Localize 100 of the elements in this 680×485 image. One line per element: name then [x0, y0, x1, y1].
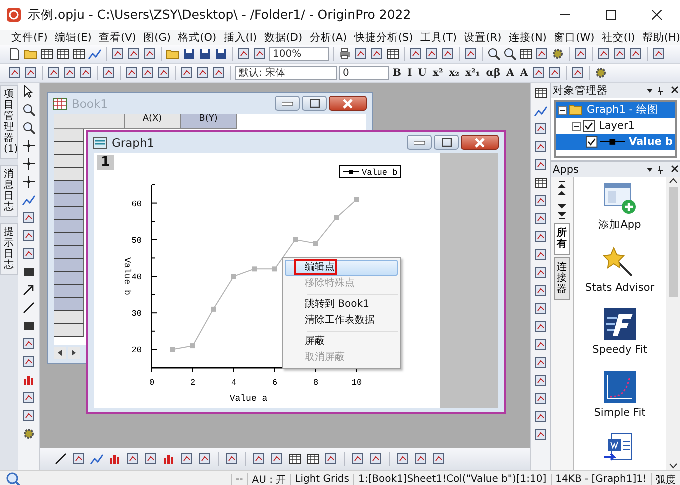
save-icon[interactable] — [214, 47, 228, 61]
menu-item[interactable]: 屏蔽 — [285, 334, 398, 350]
table-icon[interactable] — [519, 47, 533, 61]
bar-chart-icon[interactable] — [22, 373, 36, 387]
tool-icon[interactable] — [571, 66, 586, 80]
tree-item[interactable]: Layer1 — [556, 118, 675, 134]
maximize-button[interactable] — [434, 135, 459, 150]
tool-icon[interactable] — [534, 158, 548, 172]
table-icon[interactable] — [72, 47, 86, 61]
tool-icon[interactable] — [8, 66, 22, 80]
table-icon[interactable] — [534, 176, 548, 190]
table-icon[interactable] — [306, 452, 320, 466]
square-icon[interactable] — [22, 319, 36, 333]
column-header[interactable]: B(Y) — [181, 114, 237, 129]
side-tab[interactable]: 项目管理器 (1) — [0, 85, 18, 159]
menu-item[interactable]: 帮助(H) — [638, 30, 680, 44]
tool-icon[interactable] — [534, 320, 548, 334]
menu-item[interactable]: 插入(I) — [220, 30, 261, 44]
arrow-icon[interactable] — [22, 283, 36, 297]
curve-fit-icon[interactable] — [602, 368, 638, 405]
scroll-arrows-icon[interactable] — [558, 181, 566, 221]
zoom-icon[interactable] — [22, 103, 36, 117]
line-chart-icon[interactable] — [90, 452, 104, 466]
square-icon[interactable] — [22, 265, 36, 279]
scroll-left-icon[interactable] — [54, 347, 66, 359]
tool-icon[interactable] — [629, 47, 643, 61]
tool-icon[interactable] — [212, 66, 226, 80]
tool-icon[interactable] — [369, 452, 383, 466]
tool-icon[interactable] — [22, 337, 36, 351]
row-header[interactable] — [54, 246, 84, 259]
tool-icon[interactable] — [548, 66, 562, 80]
save-icon[interactable] — [182, 47, 196, 61]
checkbox[interactable] — [583, 120, 595, 132]
row-header[interactable] — [54, 220, 84, 233]
menu-item[interactable]: 工具(T) — [416, 30, 461, 44]
format-button[interactable]: I — [405, 66, 414, 80]
tool-icon[interactable] — [534, 122, 548, 136]
tool-icon[interactable] — [125, 66, 139, 80]
menu-item[interactable]: 编辑(E) — [51, 30, 96, 44]
row-header[interactable] — [54, 181, 84, 194]
row-header[interactable] — [54, 155, 84, 168]
tool-icon[interactable] — [225, 452, 239, 466]
font-size-field[interactable]: 0 — [339, 66, 389, 80]
menu-item[interactable]: 社交(I) — [598, 30, 639, 44]
zoom-icon[interactable] — [22, 121, 36, 135]
row-header[interactable] — [54, 207, 84, 220]
menu-item[interactable]: 编辑点 — [285, 260, 398, 276]
maximize-icon[interactable] — [606, 10, 616, 20]
tool-icon[interactable] — [534, 302, 548, 316]
row-header[interactable] — [54, 168, 84, 181]
row-header[interactable] — [54, 324, 84, 337]
tool-icon[interactable] — [22, 391, 36, 405]
tool-icon[interactable] — [253, 47, 267, 61]
tool-icon[interactable] — [22, 229, 36, 243]
tool-icon[interactable] — [534, 248, 548, 262]
tool-icon[interactable] — [535, 47, 549, 61]
row-header[interactable] — [54, 311, 84, 324]
column-header[interactable]: A(X) — [125, 114, 181, 129]
tool-icon[interactable] — [24, 66, 38, 80]
tool-icon[interactable] — [652, 47, 666, 61]
format-button[interactable]: A — [518, 66, 530, 80]
tool-icon[interactable] — [534, 428, 548, 442]
tool-icon[interactable] — [534, 410, 548, 424]
tool-icon[interactable] — [534, 356, 548, 370]
maximize-button[interactable] — [302, 96, 327, 111]
format-button[interactable]: x₂ — [447, 66, 462, 80]
crosshair-icon[interactable] — [22, 175, 36, 189]
tool-icon[interactable] — [22, 211, 36, 225]
printer-icon[interactable] — [338, 47, 352, 61]
tool-icon[interactable] — [534, 212, 548, 226]
menu-item[interactable]: 窗口(W) — [550, 30, 598, 44]
tool-icon[interactable] — [534, 140, 548, 154]
tool-icon[interactable] — [441, 47, 455, 61]
menu-item[interactable]: 格式(O) — [174, 30, 220, 44]
tool-icon[interactable] — [141, 66, 155, 80]
tool-icon[interactable] — [47, 66, 61, 80]
tool-icon[interactable] — [127, 47, 141, 61]
tool-icon[interactable] — [63, 66, 77, 80]
scrollbar-thumb[interactable] — [668, 187, 678, 297]
menu-item[interactable]: 跳转到 Book1 — [285, 297, 398, 313]
tool-icon[interactable] — [534, 374, 548, 388]
tool-icon[interactable] — [613, 47, 627, 61]
tool-icon[interactable] — [196, 66, 210, 80]
row-header[interactable] — [54, 259, 84, 272]
tree-item[interactable]: Graph1 - 绘图 — [556, 102, 675, 118]
panel-controls-icon[interactable] — [646, 165, 680, 174]
menu-item[interactable]: 快捷分析(S) — [350, 30, 417, 44]
zoom-icon[interactable] — [503, 47, 517, 61]
tool-icon[interactable] — [574, 47, 588, 61]
tool-icon[interactable] — [79, 66, 93, 80]
line-chart-icon[interactable] — [88, 47, 102, 61]
tool-icon[interactable] — [180, 66, 194, 80]
side-tab[interactable]: 消息日志 — [0, 165, 18, 217]
tool-icon[interactable] — [532, 66, 546, 80]
row-header[interactable] — [54, 298, 84, 311]
side-tab[interactable]: 所有 — [554, 223, 570, 255]
crosshair-icon[interactable] — [22, 139, 36, 153]
tool-icon[interactable] — [464, 47, 478, 61]
line-icon[interactable] — [54, 452, 68, 466]
crosshair-icon[interactable] — [22, 157, 36, 171]
